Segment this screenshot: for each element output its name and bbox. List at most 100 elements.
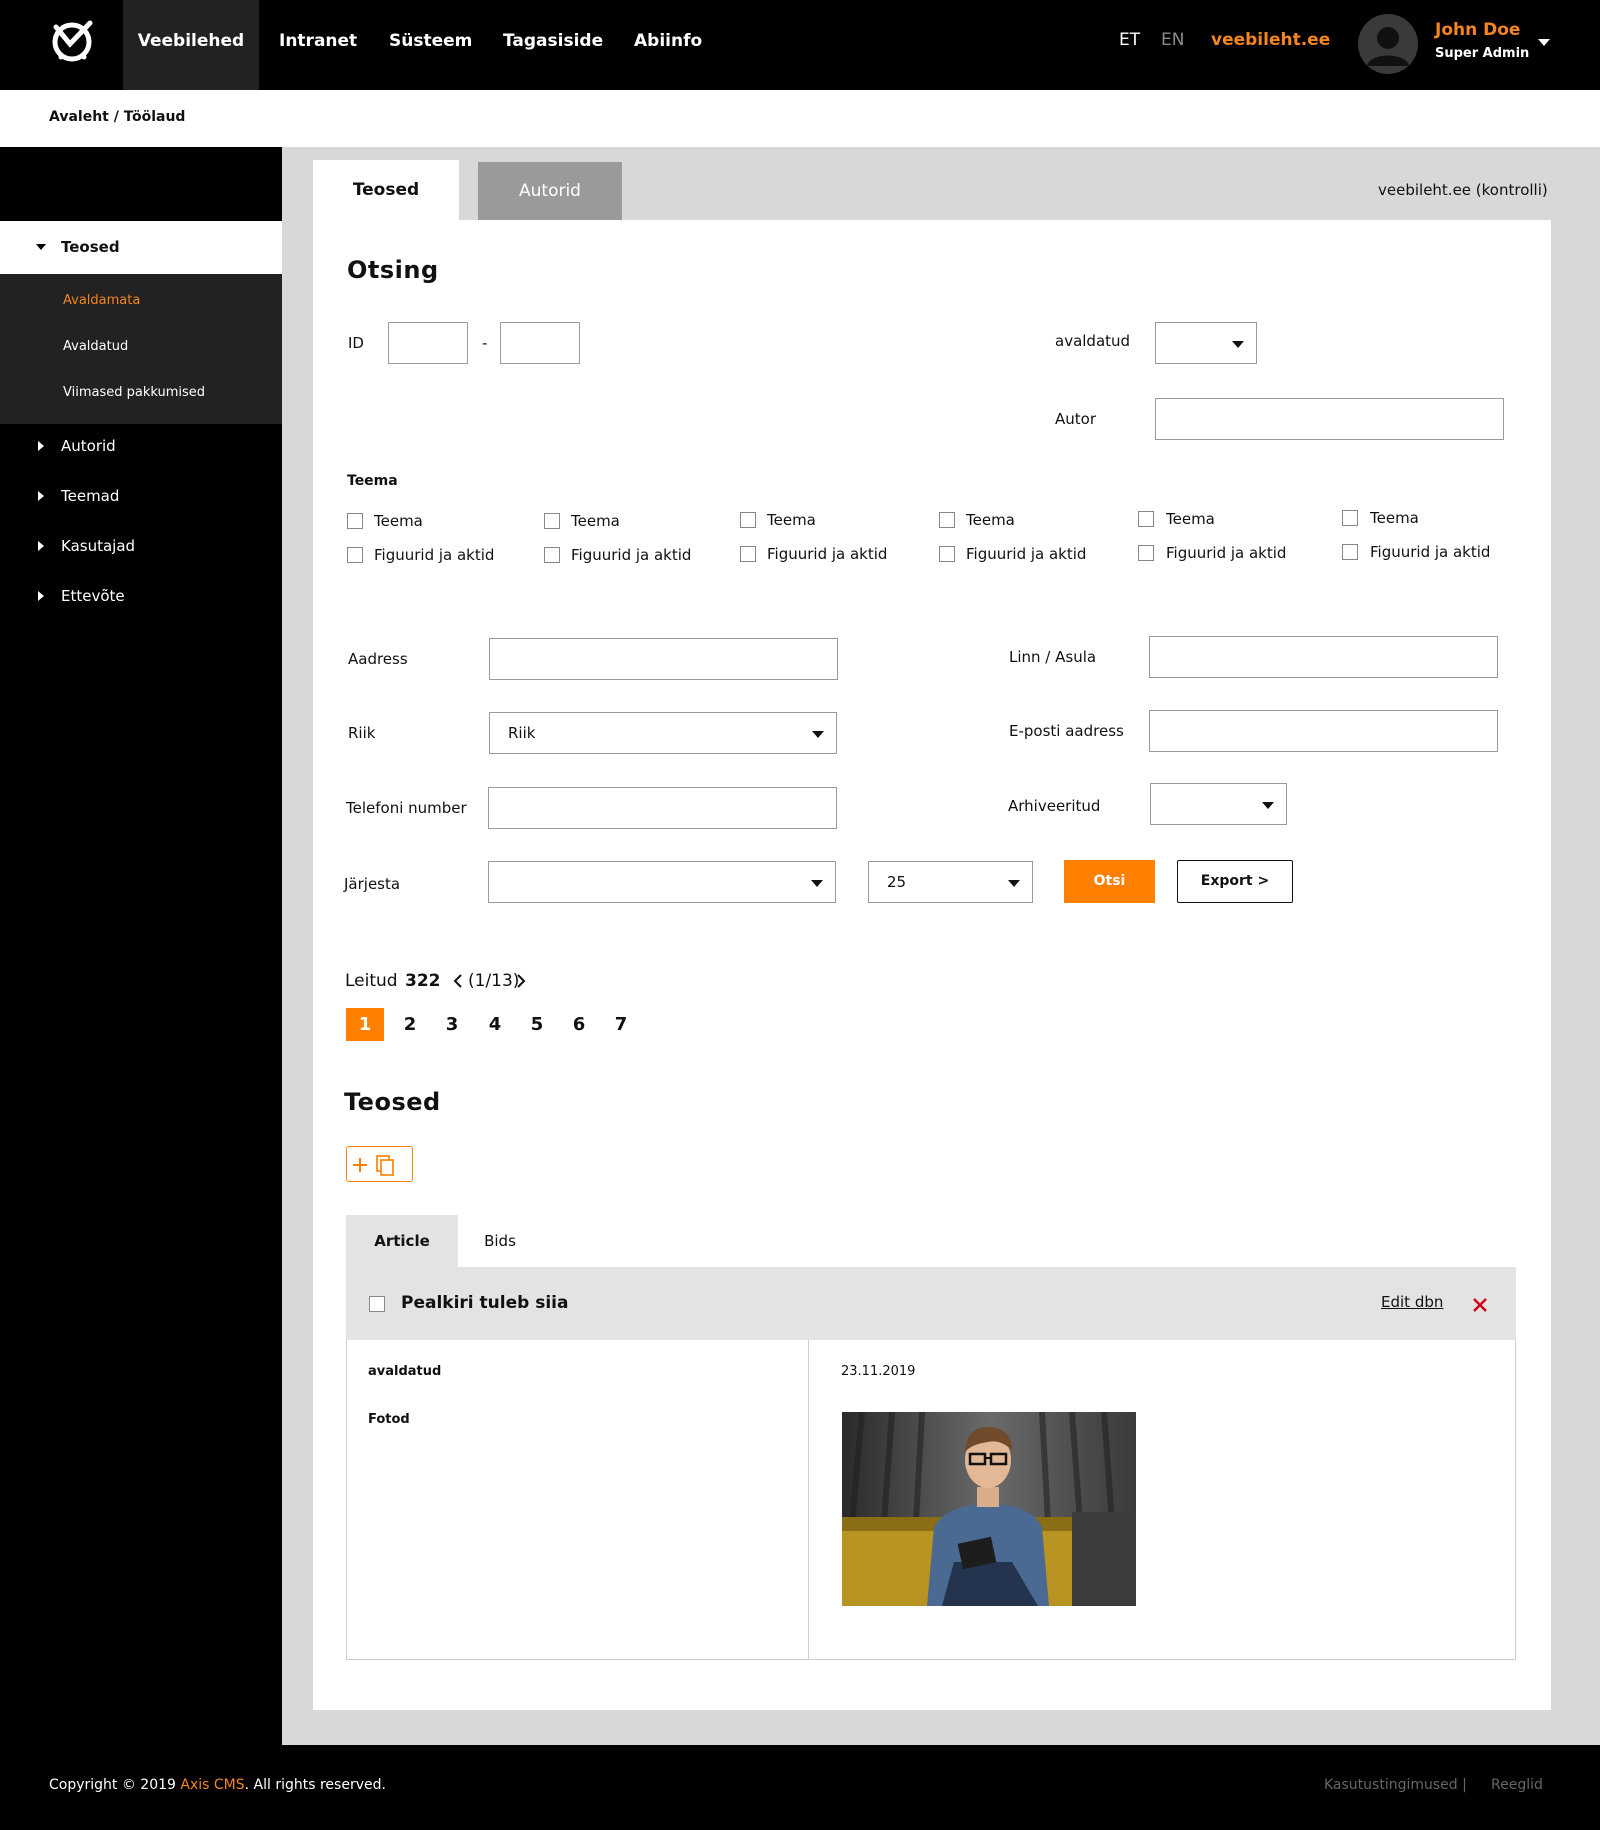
figure-checkbox[interactable] bbox=[544, 547, 560, 563]
theme-checkbox[interactable] bbox=[740, 512, 756, 528]
sort-select[interactable] bbox=[488, 861, 836, 903]
figure-checkbox[interactable] bbox=[740, 546, 756, 562]
sidebar-item-ettevote[interactable]: Ettevõte bbox=[61, 587, 125, 605]
article-column-divider bbox=[808, 1340, 809, 1660]
theme-checkbox[interactable] bbox=[1342, 510, 1358, 526]
page-number[interactable]: 4 bbox=[476, 1008, 514, 1041]
address-label: Aadress bbox=[348, 650, 408, 668]
tab-autorid[interactable]: Autorid bbox=[478, 162, 622, 220]
search-title: Otsing bbox=[347, 256, 439, 284]
export-button[interactable]: Export > bbox=[1177, 860, 1293, 903]
article-photo[interactable] bbox=[842, 1411, 1136, 1606]
sidebar-item-teemad[interactable]: Teemad bbox=[61, 487, 119, 505]
terms-link[interactable]: Kasutustingimused | bbox=[1324, 1777, 1467, 1793]
city-input[interactable] bbox=[1149, 636, 1498, 678]
published-date: 23.11.2019 bbox=[841, 1364, 916, 1379]
theme-checkbox[interactable] bbox=[939, 512, 955, 528]
page-number[interactable]: 3 bbox=[433, 1008, 471, 1041]
breadcrumb[interactable]: Avaleht / Töölaud bbox=[49, 109, 185, 125]
prev-page-chevron-icon[interactable] bbox=[452, 973, 464, 993]
sidebar-item-teosed[interactable] bbox=[0, 221, 314, 274]
phone-input[interactable] bbox=[488, 787, 837, 829]
figure-checkbox-label: Figuurid ja aktid bbox=[571, 546, 692, 564]
id-to-input[interactable] bbox=[500, 322, 580, 364]
site-link[interactable]: veebileht.ee bbox=[1211, 30, 1330, 50]
theme-checkbox-label: Teema bbox=[571, 512, 620, 530]
app-logo-icon[interactable] bbox=[48, 17, 98, 67]
next-page-chevron-icon[interactable] bbox=[515, 973, 527, 993]
site-check-link[interactable]: veebileht.ee (kontrolli) bbox=[1378, 181, 1548, 199]
avatar[interactable] bbox=[1358, 14, 1418, 74]
theme-checkbox-label: Teema bbox=[767, 511, 816, 529]
phone-label: Telefoni number bbox=[346, 799, 467, 817]
nav-veebilehed[interactable]: Veebilehed bbox=[123, 0, 259, 90]
figure-checkbox[interactable] bbox=[1342, 544, 1358, 560]
article-select-checkbox[interactable] bbox=[369, 1296, 385, 1312]
tab-article[interactable]: Article bbox=[346, 1215, 458, 1267]
theme-checkbox[interactable] bbox=[347, 513, 363, 529]
user-name[interactable]: John Doe bbox=[1435, 20, 1520, 40]
caret-right-icon bbox=[38, 541, 44, 551]
chevron-down-icon bbox=[1232, 341, 1244, 348]
city-label: Linn / Asula bbox=[1009, 648, 1097, 666]
sidebar-sub-avaldatud[interactable]: Avaldatud bbox=[63, 339, 128, 354]
sidebar-sub-viimased-pakkumised[interactable]: Viimased pakkumised bbox=[63, 385, 205, 400]
figure-checkbox-label: Figuurid ja aktid bbox=[966, 545, 1087, 563]
page-number[interactable]: 6 bbox=[560, 1008, 598, 1041]
theme-checkbox[interactable] bbox=[544, 513, 560, 529]
page-number[interactable]: 5 bbox=[518, 1008, 556, 1041]
lang-en[interactable]: EN bbox=[1161, 30, 1184, 50]
list-title: Teosed bbox=[344, 1088, 441, 1116]
rules-link[interactable]: Reeglid bbox=[1491, 1777, 1543, 1793]
tab-bids[interactable]: Bids bbox=[458, 1215, 542, 1267]
sidebar-item-autorid[interactable]: Autorid bbox=[61, 437, 116, 455]
theme-title: Teema bbox=[347, 473, 398, 489]
page-number[interactable]: 1 bbox=[346, 1008, 384, 1041]
user-avatar-icon bbox=[1367, 27, 1409, 66]
add-copy-button[interactable] bbox=[346, 1146, 413, 1182]
nav-intranet[interactable]: Intranet bbox=[260, 0, 376, 90]
results-found-label: Leitud bbox=[345, 971, 398, 991]
article-title[interactable]: Pealkiri tuleb siia bbox=[401, 1293, 568, 1313]
nav-abiinfo[interactable]: Abiinfo bbox=[615, 0, 721, 90]
figure-checkbox[interactable] bbox=[939, 546, 955, 562]
figure-checkbox[interactable] bbox=[347, 547, 363, 563]
archived-select[interactable] bbox=[1150, 783, 1287, 825]
email-input[interactable] bbox=[1149, 710, 1498, 752]
nav-tagasiside[interactable]: Tagasiside bbox=[484, 0, 622, 90]
edit-link[interactable]: Edit dbn bbox=[1381, 1293, 1443, 1311]
caret-down-icon bbox=[36, 244, 46, 250]
page-number[interactable]: 2 bbox=[391, 1008, 429, 1041]
published-field-label: avaldatud bbox=[368, 1364, 442, 1379]
nav-susteem[interactable]: Süsteem bbox=[370, 0, 491, 90]
lang-et[interactable]: ET bbox=[1119, 30, 1140, 50]
user-menu-chevron-icon[interactable] bbox=[1538, 39, 1550, 46]
chevron-down-icon bbox=[1008, 880, 1020, 887]
id-label: ID bbox=[348, 334, 364, 352]
sort-label: Järjesta bbox=[344, 875, 401, 893]
page-number[interactable]: 7 bbox=[602, 1008, 640, 1041]
sidebar-sub-avaldamata[interactable]: Avaldamata bbox=[63, 293, 140, 308]
delete-close-icon[interactable] bbox=[1472, 1297, 1488, 1317]
page-indicator: (1/13) bbox=[468, 971, 520, 991]
per-page-select[interactable]: 25 bbox=[868, 861, 1033, 903]
photos-field-label: Fotod bbox=[368, 1412, 410, 1427]
id-separator: - bbox=[482, 334, 488, 352]
id-from-input[interactable] bbox=[388, 322, 468, 364]
figure-checkbox-label: Figuurid ja aktid bbox=[767, 545, 888, 563]
published-select[interactable] bbox=[1155, 322, 1257, 364]
search-button[interactable]: Otsi bbox=[1064, 860, 1155, 903]
figure-checkbox[interactable] bbox=[1138, 545, 1154, 561]
theme-checkbox[interactable] bbox=[1138, 511, 1154, 527]
address-input[interactable] bbox=[489, 638, 838, 680]
tab-teosed[interactable]: Teosed bbox=[313, 160, 459, 220]
email-label: E-posti aadress bbox=[1009, 722, 1124, 740]
chevron-down-icon bbox=[812, 731, 824, 738]
brand-link[interactable]: Axis CMS bbox=[180, 1777, 244, 1793]
author-input[interactable] bbox=[1155, 398, 1504, 440]
country-select[interactable]: Riik bbox=[489, 712, 837, 754]
chevron-down-icon bbox=[811, 880, 823, 887]
caret-right-icon bbox=[38, 591, 44, 601]
theme-checkbox-label: Teema bbox=[966, 511, 1015, 529]
sidebar-item-kasutajad[interactable]: Kasutajad bbox=[61, 537, 135, 555]
